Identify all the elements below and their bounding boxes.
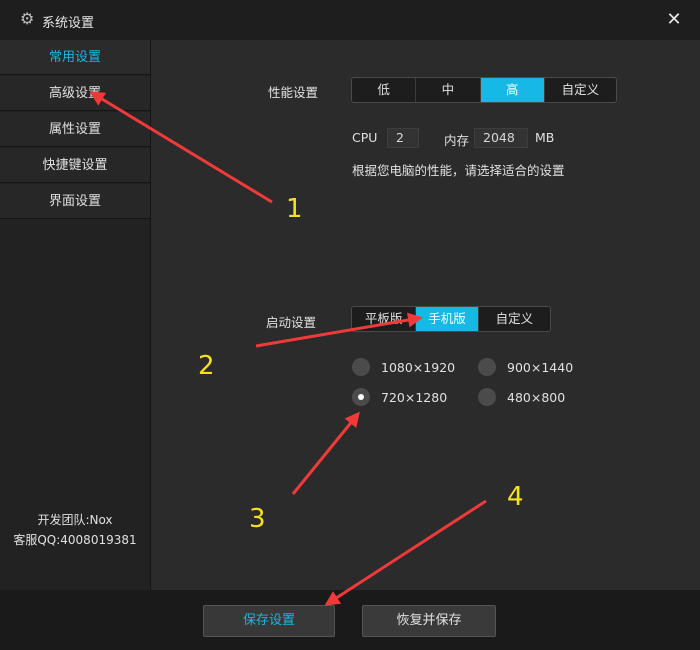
bottom-bar	[0, 590, 700, 650]
resolution-radio-900x1440[interactable]	[478, 358, 496, 376]
gear-icon: ⚙	[20, 9, 35, 28]
cpu-label: CPU	[352, 130, 378, 145]
cpu-field[interactable]: 2	[387, 128, 419, 148]
startup-segmented-control: 平板版 手机版 自定义	[351, 306, 551, 332]
resolution-radio-720x1280[interactable]	[352, 388, 370, 406]
performance-label: 性能设置	[268, 85, 319, 100]
perf-option-custom[interactable]: 自定义	[545, 78, 616, 102]
dev-team-label: 开发团队:Nox	[37, 513, 113, 527]
performance-hint: 根据您电脑的性能，请选择适合的设置	[352, 163, 565, 178]
resolution-label-1080x1920: 1080×1920	[381, 360, 456, 375]
restore-and-save-button[interactable]: 恢复并保存	[362, 605, 496, 637]
resolution-radio-1080x1920[interactable]	[352, 358, 370, 376]
annotation-number-4: 4	[507, 482, 524, 512]
sidebar-item-shortcuts[interactable]: 快捷键设置	[0, 148, 150, 183]
annotation-number-3: 3	[249, 504, 266, 534]
annotation-arrow-3	[291, 411, 360, 495]
startup-label: 启动设置	[266, 315, 317, 330]
memory-label: 内存	[444, 133, 470, 148]
annotation-number-2: 2	[198, 351, 215, 381]
perf-option-medium[interactable]: 中	[416, 78, 481, 102]
sidebar-item-common[interactable]: 常用设置	[0, 40, 150, 75]
sidebar-item-advanced[interactable]: 高级设置	[0, 76, 150, 111]
memory-unit-label: MB	[535, 130, 555, 145]
sidebar: 常用设置 高级设置 属性设置 快捷键设置 界面设置 开发团队:Nox 客服QQ:…	[0, 40, 151, 590]
sidebar-item-interface[interactable]: 界面设置	[0, 184, 150, 219]
resolution-label-720x1280: 720×1280	[381, 390, 448, 405]
sidebar-item-properties[interactable]: 属性设置	[0, 112, 150, 147]
startup-option-phone[interactable]: 手机版	[416, 307, 479, 331]
annotation-number-1: 1	[286, 194, 303, 224]
close-button[interactable]: ✕	[664, 10, 684, 30]
startup-option-custom[interactable]: 自定义	[479, 307, 550, 331]
performance-segmented-control: 低 中 高 自定义	[351, 77, 617, 103]
support-qq-label: 客服QQ:4008019381	[13, 533, 137, 547]
resolution-label-480x800: 480×800	[507, 390, 566, 405]
title-bar: ⚙ 系统设置 ✕	[0, 0, 700, 40]
window-title: 系统设置	[42, 16, 95, 31]
perf-option-low[interactable]: 低	[352, 78, 417, 102]
resolution-radio-480x800[interactable]	[478, 388, 496, 406]
annotation-arrow-4	[324, 499, 487, 606]
perf-option-high[interactable]: 高	[480, 78, 545, 102]
resolution-label-900x1440: 900×1440	[507, 360, 574, 375]
startup-option-tablet[interactable]: 平板版	[352, 307, 417, 331]
memory-field[interactable]: 2048	[474, 128, 528, 148]
save-settings-button[interactable]: 保存设置	[203, 605, 335, 637]
